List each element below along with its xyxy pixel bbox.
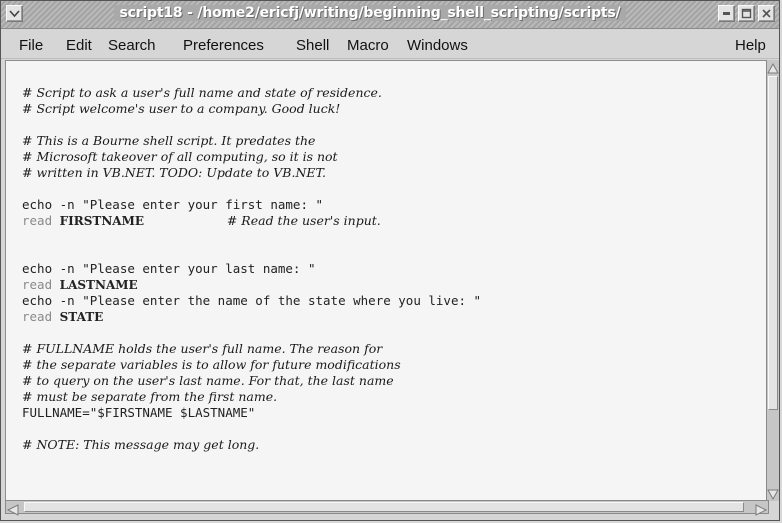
scroll-down-icon[interactable] [767, 487, 779, 501]
code-text: echo -n "Please enter your last name: " [22, 261, 316, 276]
menu-file[interactable]: File [19, 37, 43, 54]
code-comment: # Script to ask a user's full name and s… [22, 85, 382, 100]
code-identifier: STATE [59, 310, 104, 324]
code-keyword: read [22, 213, 53, 228]
scroll-up-icon[interactable] [767, 60, 779, 74]
code-line: # Microsoft takeover of all computing, s… [22, 149, 481, 165]
menu-search[interactable]: Search [108, 37, 156, 54]
scroll-right-icon[interactable] [754, 501, 768, 516]
menu-preferences[interactable]: Preferences [183, 37, 264, 54]
close-icon [762, 9, 771, 18]
code-line: # Script welcome's user to a company. Go… [22, 101, 481, 117]
code-keyword: read [22, 277, 53, 292]
code-comment: # written in VB.NET. TODO: Update to VB.… [22, 165, 326, 180]
minimize-icon [723, 12, 730, 15]
minimize-button[interactable] [718, 5, 735, 22]
title-bar[interactable]: script18 - /home2/ericfj/writing/beginni… [1, 1, 779, 29]
menu-macro[interactable]: Macro [347, 37, 389, 54]
code-comment: # the separate variables is to allow for… [22, 357, 401, 372]
window-title: script18 - /home2/ericfj/writing/beginni… [66, 5, 674, 21]
close-button[interactable] [758, 5, 775, 22]
code-line: read STATE [22, 309, 481, 325]
menu-help[interactable]: Help [735, 37, 766, 54]
code-line: FULLNAME="$FIRSTNAME $LASTNAME" [22, 405, 481, 421]
code-line: # must be separate from the first name. [22, 389, 481, 405]
code-text: FULLNAME="$FIRSTNAME $LASTNAME" [22, 405, 256, 420]
code-comment: # to query on the user's last name. For … [22, 373, 394, 388]
code-identifier: FIRSTNAME [59, 214, 145, 228]
code-comment: # Read the user's input. [226, 213, 381, 228]
code-line: echo -n "Please enter the name of the st… [22, 293, 481, 309]
menu-bar: File Edit Search Preferences Shell Macro… [1, 29, 779, 59]
maximize-icon [741, 8, 752, 19]
vertical-scrollbar[interactable] [766, 60, 779, 501]
code-text[interactable]: # Script to ask a user's full name and s… [22, 69, 481, 453]
menu-windows[interactable]: Windows [407, 37, 468, 54]
code-line: # NOTE: This message may get long. [22, 437, 481, 453]
horizontal-scrollbar[interactable] [5, 500, 769, 516]
code-line: echo -n "Please enter your first name: " [22, 197, 481, 213]
code-line: echo -n "Please enter your last name: " [22, 261, 481, 277]
code-comment: # must be separate from the first name. [22, 389, 278, 404]
menu-shell[interactable]: Shell [296, 37, 329, 54]
code-text: echo -n "Please enter your first name: " [22, 197, 324, 212]
text-editor-area[interactable]: # Script to ask a user's full name and s… [5, 60, 771, 501]
code-text: echo -n "Please enter the name of the st… [22, 293, 482, 308]
code-line: # Script to ask a user's full name and s… [22, 85, 481, 101]
code-identifier: LASTNAME [59, 278, 138, 292]
code-comment: # Script welcome's user to a company. Go… [22, 101, 341, 116]
code-line: read LASTNAME [22, 277, 481, 293]
window-menu-button[interactable] [6, 5, 23, 22]
maximize-button[interactable] [738, 5, 755, 22]
vertical-scroll-thumb[interactable] [768, 76, 778, 410]
editor-window: script18 - /home2/ericfj/writing/beginni… [0, 0, 780, 521]
code-comment: # NOTE: This message may get long. [22, 437, 260, 452]
code-line: # the separate variables is to allow for… [22, 357, 481, 373]
code-line: # This is a Bourne shell script. It pred… [22, 133, 481, 149]
code-line: # FULLNAME holds the user's full name. T… [22, 341, 481, 357]
code-keyword: read [22, 309, 53, 324]
code-line: # to query on the user's last name. For … [22, 373, 481, 389]
horizontal-scroll-thumb[interactable] [24, 502, 744, 512]
menu-edit[interactable]: Edit [66, 37, 92, 54]
chevron-down-icon [9, 10, 20, 18]
scroll-left-icon[interactable] [6, 501, 20, 516]
code-comment: # Microsoft takeover of all computing, s… [22, 149, 338, 164]
code-comment: # This is a Bourne shell script. It pred… [22, 133, 316, 148]
code-line: read FIRSTNAME # Read the user's input. [22, 213, 481, 229]
code-comment: # FULLNAME holds the user's full name. T… [22, 341, 383, 356]
code-line: # written in VB.NET. TODO: Update to VB.… [22, 165, 481, 181]
